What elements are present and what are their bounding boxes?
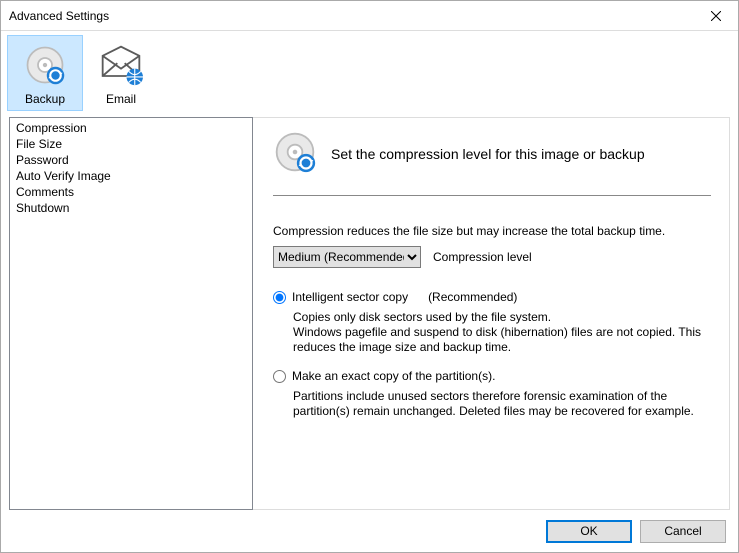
panel-description: Compression reduces the file size but ma… — [273, 224, 711, 238]
toolbar: Backup Email — [1, 31, 738, 111]
radio-intelligent-detail: Copies only disk sectors used by the fil… — [293, 310, 711, 355]
compression-dropdown[interactable]: Medium (Recommended) — [273, 246, 421, 268]
sidebar-item-label: Compression — [16, 121, 87, 135]
radio-exact[interactable]: Make an exact copy of the partition(s). — [273, 369, 711, 383]
cancel-button[interactable]: Cancel — [640, 520, 726, 543]
radio-intelligent-input[interactable] — [273, 291, 286, 304]
sidebar-item-password[interactable]: Password — [10, 152, 252, 168]
window-title: Advanced Settings — [9, 9, 109, 23]
close-icon — [711, 11, 721, 21]
radio-exact-detail: Partitions include unused sectors theref… — [293, 389, 711, 419]
email-icon — [84, 42, 158, 88]
sidebar-item-label: Password — [16, 153, 69, 167]
sidebar-item-label: Comments — [16, 185, 74, 199]
radio-exact-input[interactable] — [273, 370, 286, 383]
sidebar-item-autoverify[interactable]: Auto Verify Image — [10, 168, 252, 184]
radio-intelligent[interactable]: Intelligent sector copy (Recommended) — [273, 290, 711, 304]
panel-header: Set the compression level for this image… — [273, 130, 711, 196]
compression-row: Medium (Recommended) Compression level — [273, 246, 711, 268]
close-button[interactable] — [693, 1, 738, 30]
disk-backup-icon — [8, 42, 82, 88]
tab-email[interactable]: Email — [83, 35, 159, 111]
body: Compression File Size Password Auto Veri… — [1, 111, 738, 510]
titlebar: Advanced Settings — [1, 1, 738, 31]
panel-title: Set the compression level for this image… — [331, 146, 645, 162]
radio-intelligent-label: Intelligent sector copy — [292, 290, 408, 304]
sidebar-item-label: Shutdown — [16, 201, 69, 215]
tab-backup-label: Backup — [8, 88, 82, 106]
radio-group-exact: Make an exact copy of the partition(s). … — [273, 369, 711, 419]
main-panel: Set the compression level for this image… — [253, 117, 730, 510]
tab-backup[interactable]: Backup — [7, 35, 83, 111]
sidebar: Compression File Size Password Auto Veri… — [9, 117, 253, 510]
sidebar-item-filesize[interactable]: File Size — [10, 136, 252, 152]
ok-button[interactable]: OK — [546, 520, 632, 543]
disk-backup-icon — [273, 130, 317, 177]
sidebar-item-label: Auto Verify Image — [16, 169, 111, 183]
radio-group-intelligent: Intelligent sector copy (Recommended) Co… — [273, 290, 711, 355]
compression-dropdown-label: Compression level — [433, 250, 532, 264]
footer: OK Cancel — [1, 510, 738, 552]
radio-exact-label: Make an exact copy of the partition(s). — [292, 369, 495, 383]
tab-email-label: Email — [84, 88, 158, 106]
sidebar-item-shutdown[interactable]: Shutdown — [10, 200, 252, 216]
sidebar-item-compression[interactable]: Compression — [10, 120, 252, 136]
radio-intelligent-reco: (Recommended) — [428, 290, 517, 304]
sidebar-item-label: File Size — [16, 137, 62, 151]
sidebar-item-comments[interactable]: Comments — [10, 184, 252, 200]
